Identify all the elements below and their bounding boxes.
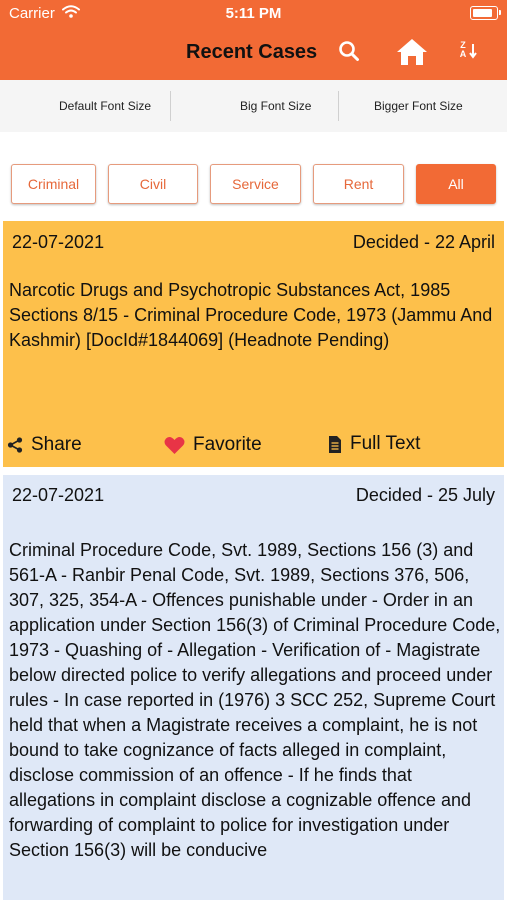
font-size-bar: Default Font Size Big Font Size Bigger F…	[0, 80, 507, 132]
search-icon[interactable]	[338, 40, 360, 67]
divider	[170, 91, 171, 121]
case-date: 22-07-2021	[12, 485, 105, 505]
favorite-button[interactable]: Favorite	[164, 434, 262, 456]
case-summary[interactable]: Narcotic Drugs and Psychotropic Substanc…	[9, 278, 501, 353]
share-label: Share	[31, 434, 82, 455]
heart-icon	[164, 436, 185, 454]
share-icon	[7, 437, 23, 453]
share-button[interactable]: Share	[7, 434, 82, 456]
default-font-size-button[interactable]: Default Font Size	[59, 99, 151, 113]
filter-service[interactable]: Service	[210, 164, 301, 204]
big-font-size-button[interactable]: Big Font Size	[240, 99, 311, 113]
case-summary[interactable]: Criminal Procedure Code, Svt. 1989, Sect…	[9, 538, 501, 863]
case-card[interactable]: 22-07-2021 Decided - 25 July Criminal Pr…	[3, 475, 504, 900]
home-icon[interactable]	[396, 38, 428, 71]
status-bar: Carrier 5:11 PM	[0, 0, 507, 28]
case-date: 22-07-2021	[12, 232, 105, 252]
case-card[interactable]: 22-07-2021 Decided - 22 April Narcotic D…	[3, 221, 504, 467]
filter-rent[interactable]: Rent	[313, 164, 404, 204]
battery-icon	[470, 6, 501, 20]
bigger-font-size-button[interactable]: Bigger Font Size	[374, 99, 463, 113]
favorite-label: Favorite	[193, 434, 262, 455]
page-title: Recent Cases	[186, 41, 318, 63]
document-icon	[329, 435, 341, 453]
sort-letters: Z A	[459, 40, 467, 59]
filter-civil[interactable]: Civil	[108, 164, 198, 204]
divider	[338, 91, 339, 121]
case-decided: Decided - 22 April	[352, 232, 495, 252]
filter-all[interactable]: All	[416, 164, 496, 204]
status-time: 5:11 PM	[225, 5, 282, 22]
full-text-label: Full Text	[350, 433, 421, 454]
full-text-button[interactable]: Full Text	[328, 433, 420, 455]
filter-criminal[interactable]: Criminal	[11, 164, 96, 204]
case-decided: Decided - 25 July	[355, 485, 495, 505]
app-header: Carrier 5:11 PM Recent Cases Z A	[0, 0, 507, 80]
